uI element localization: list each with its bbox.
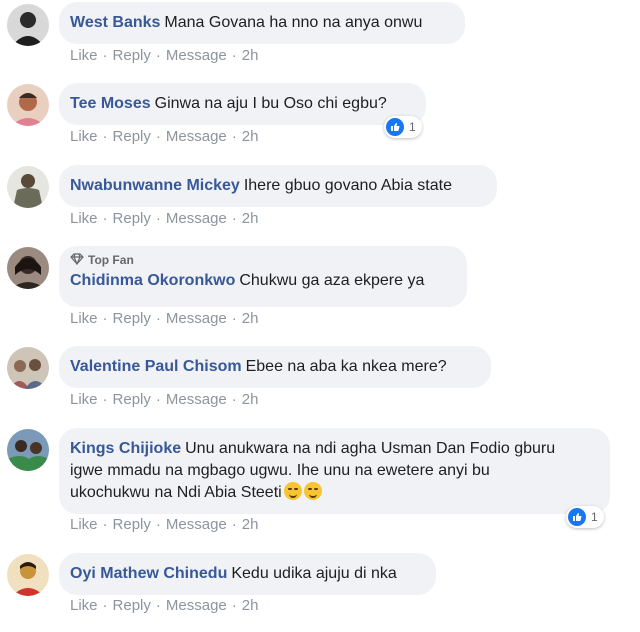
comment-actions: Like · Reply · Message · 2h	[70, 597, 258, 614]
avatar[interactable]	[7, 84, 49, 126]
separator: ·	[102, 128, 108, 145]
message-link[interactable]: Message	[166, 597, 227, 614]
reaction-count[interactable]: 1	[384, 116, 422, 138]
reply-link[interactable]: Reply	[113, 210, 151, 227]
comment-actions: Like · Reply · Message · 2h	[70, 310, 258, 327]
message-link[interactable]: Message	[166, 391, 227, 408]
timestamp[interactable]: 2h	[242, 310, 259, 327]
comment-bubble: Nwabunwanne Mickey Ihere gbuo govano Abia…	[59, 165, 497, 207]
comment-author[interactable]: Oyi Mathew Chinedu	[70, 565, 227, 582]
reply-link[interactable]: Reply	[113, 47, 151, 64]
separator: ·	[102, 597, 108, 614]
message-link[interactable]: Message	[166, 310, 227, 327]
reply-link[interactable]: Reply	[113, 597, 151, 614]
comment-bubble: Valentine Paul Chisom Ebee na aba ka nkea…	[59, 346, 491, 388]
separator: ·	[155, 597, 161, 614]
separator: ·	[155, 128, 161, 145]
like-link[interactable]: Like	[70, 210, 98, 227]
comment-bubble: West Banks Mana Govana ha nno na anya onw…	[59, 2, 465, 44]
reaction-number: 1	[409, 120, 416, 134]
separator: ·	[155, 391, 161, 408]
reaction-count[interactable]: 1	[566, 506, 604, 528]
separator: ·	[231, 210, 237, 227]
comment-author[interactable]: Chidinma Okoronkwo	[70, 272, 235, 289]
separator: ·	[102, 516, 108, 533]
message-link[interactable]: Message	[166, 128, 227, 145]
separator: ·	[155, 516, 161, 533]
separator: ·	[231, 310, 237, 327]
avatar[interactable]	[7, 429, 49, 471]
reply-link[interactable]: Reply	[113, 391, 151, 408]
comment-text-line: ukochukwu na Ndi Abia Steeti	[70, 484, 282, 501]
reply-link[interactable]: Reply	[113, 128, 151, 145]
separator: ·	[102, 47, 108, 64]
separator: ·	[155, 310, 161, 327]
message-link[interactable]: Message	[166, 516, 227, 533]
like-link[interactable]: Like	[70, 128, 98, 145]
comment-text: Ebee na aba ka nkea mere?	[245, 358, 447, 375]
comment-text-line: Unu anukwara na ndi agha Usman Dan Fodio…	[185, 440, 556, 457]
comment-author[interactable]: Valentine Paul Chisom	[70, 358, 242, 375]
comment-text: Ihere gbuo govano Abia state	[243, 177, 452, 194]
separator: ·	[102, 391, 108, 408]
avatar[interactable]	[7, 166, 49, 208]
avatar[interactable]	[7, 4, 49, 46]
like-link[interactable]: Like	[70, 47, 98, 64]
comment-bubble: Tee Moses Ginwa na aju I bu Oso chi egbu?	[59, 83, 426, 125]
reply-link[interactable]: Reply	[113, 516, 151, 533]
comment-text: Ginwa na aju I bu Oso chi egbu?	[154, 95, 387, 112]
timestamp[interactable]: 2h	[242, 47, 259, 64]
comment-author[interactable]: Tee Moses	[70, 95, 151, 112]
reply-link[interactable]: Reply	[113, 310, 151, 327]
timestamp[interactable]: 2h	[242, 210, 259, 227]
comment-actions: Like · Reply · Message · 2h	[70, 47, 258, 64]
diamond-icon	[70, 253, 84, 268]
comment-bubble: Top Fan Chidinma Okoronkwo Chukwu ga aza e…	[59, 246, 467, 307]
top-fan-label: Top Fan	[88, 253, 134, 267]
comment-author[interactable]: Nwabunwanne Mickey	[70, 177, 240, 194]
timestamp[interactable]: 2h	[242, 516, 259, 533]
separator: ·	[231, 391, 237, 408]
separator: ·	[102, 310, 108, 327]
smirk-emoji-icon	[303, 482, 322, 500]
separator: ·	[155, 210, 161, 227]
separator: ·	[155, 47, 161, 64]
like-link[interactable]: Like	[70, 310, 98, 327]
message-link[interactable]: Message	[166, 210, 227, 227]
like-reaction-icon	[386, 118, 404, 136]
comment-actions: Like · Reply · Message · 2h	[70, 516, 258, 533]
like-link[interactable]: Like	[70, 391, 98, 408]
like-link[interactable]: Like	[70, 597, 98, 614]
message-link[interactable]: Message	[166, 47, 227, 64]
comment-text: Kedu udika ajuju di nka	[231, 565, 397, 582]
separator: ·	[231, 597, 237, 614]
reaction-number: 1	[591, 510, 598, 524]
timestamp[interactable]: 2h	[242, 391, 259, 408]
timestamp[interactable]: 2h	[242, 597, 259, 614]
comment-author[interactable]: West Banks	[70, 14, 160, 31]
comment-text: Mana Govana ha nno na anya onwu	[164, 14, 423, 31]
comment-actions: Like · Reply · Message · 2h	[70, 210, 258, 227]
separator: ·	[231, 128, 237, 145]
comment-bubble: Kings Chijioke Unu anukwara na ndi agha U…	[59, 428, 610, 514]
avatar[interactable]	[7, 554, 49, 596]
avatar[interactable]	[7, 247, 49, 289]
separator: ·	[231, 516, 237, 533]
top-fan-badge: Top Fan	[70, 253, 455, 268]
comment-author[interactable]: Kings Chijioke	[70, 440, 181, 457]
comment-bubble: Oyi Mathew Chinedu Kedu udika ajuju di nk…	[59, 553, 436, 595]
comment-actions: Like · Reply · Message · 2h	[70, 128, 258, 145]
separator: ·	[102, 210, 108, 227]
comment-text: Chukwu ga aza ekpere ya	[239, 272, 425, 289]
like-reaction-icon	[568, 508, 586, 526]
like-link[interactable]: Like	[70, 516, 98, 533]
smirk-emoji-icon	[283, 482, 302, 500]
comment-text-line: igwe mmadu na mgbago ugwu. Ihe unu na ew…	[70, 462, 490, 479]
timestamp[interactable]: 2h	[242, 128, 259, 145]
avatar[interactable]	[7, 347, 49, 389]
comment-actions: Like · Reply · Message · 2h	[70, 391, 258, 408]
separator: ·	[231, 47, 237, 64]
